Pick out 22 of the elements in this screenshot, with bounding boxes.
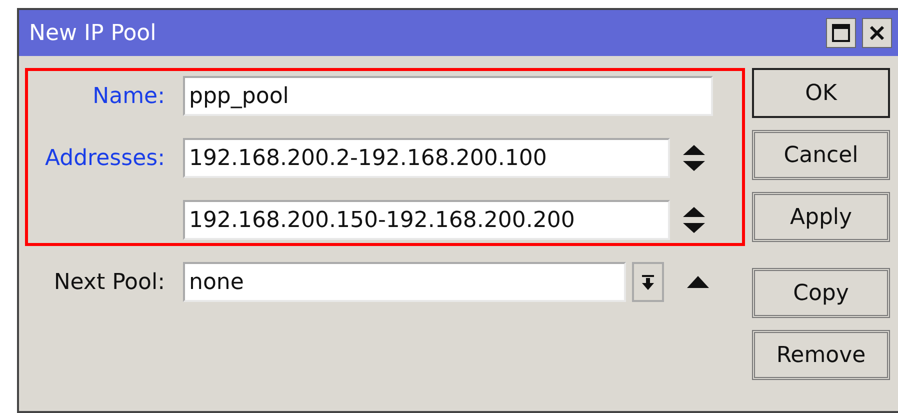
dropdown-button[interactable] (632, 262, 664, 302)
up-arrow-icon[interactable] (687, 276, 709, 288)
up-down-arrows-icon[interactable] (683, 145, 705, 171)
field-label: Next Pool: (52, 270, 165, 294)
input-field[interactable]: 192.168.200.2-192.168.200.100 (183, 138, 670, 178)
dialog-button[interactable]: Cancel (752, 130, 890, 180)
close-button[interactable] (862, 18, 892, 48)
dialog-button[interactable]: Remove (752, 330, 890, 380)
field-label: Name: (92, 84, 165, 108)
arrow-down-bar-icon (641, 274, 655, 290)
input-field[interactable]: none (183, 262, 626, 302)
input-field[interactable]: 192.168.200.150-192.168.200.200 (183, 200, 670, 240)
maximize-button[interactable] (826, 18, 856, 48)
dialog-button[interactable]: Copy (752, 268, 890, 318)
window-title: New IP Pool (29, 20, 158, 46)
dialog-button[interactable]: Apply (752, 192, 890, 242)
dialog-button[interactable]: OK (752, 68, 890, 118)
field-label: Addresses: (44, 146, 165, 170)
input-field[interactable]: ppp_pool (183, 76, 713, 116)
close-icon (869, 25, 885, 41)
up-down-arrows-icon[interactable] (683, 207, 705, 233)
maximize-icon (832, 24, 850, 42)
